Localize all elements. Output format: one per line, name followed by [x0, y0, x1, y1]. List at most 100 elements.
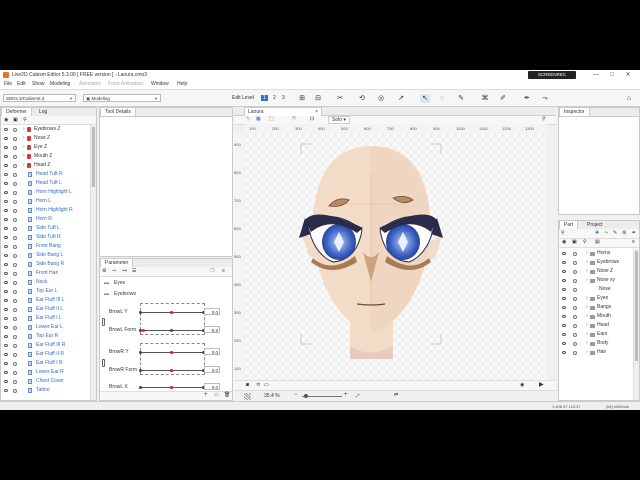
part-search-icon[interactable]: ⚲ — [561, 230, 565, 236]
keyform-dot[interactable] — [138, 369, 142, 372]
lock-toggle-icon[interactable] — [573, 297, 577, 301]
menu-window[interactable]: Window — [151, 81, 169, 87]
part-row[interactable]: › Horns — [559, 249, 633, 258]
visibility-eye-icon[interactable] — [4, 281, 8, 284]
sort-header-icon[interactable]: ▤ — [595, 239, 600, 245]
visibility-eye-icon[interactable] — [562, 324, 566, 327]
deformer-row[interactable]: Horn L — [1, 197, 90, 206]
visibility-eye-icon[interactable] — [4, 362, 8, 365]
deformer-row[interactable]: Head Tuft R — [1, 170, 90, 179]
lock-toggle-icon[interactable] — [13, 218, 17, 222]
param-current-marker[interactable] — [170, 369, 173, 372]
deformer-row[interactable]: Head Tuft L — [1, 179, 90, 188]
visibility-eye-icon[interactable] — [4, 164, 8, 167]
param-row[interactable]: BrowR Y 0.0 — [100, 348, 232, 358]
edit-level-1[interactable]: 1 — [261, 95, 268, 101]
param-current-marker[interactable] — [170, 311, 173, 314]
param-slider[interactable] — [138, 386, 205, 389]
lock-toggle-icon[interactable] — [13, 137, 17, 141]
lock-toggle-icon[interactable] — [13, 308, 17, 312]
lock-toggle-icon[interactable] — [13, 272, 17, 276]
lock-toggle-icon[interactable] — [13, 290, 17, 294]
visibility-eye-icon[interactable] — [562, 297, 566, 300]
filter-header-icon[interactable]: ⚲ — [23, 117, 27, 123]
menu-edit[interactable]: Edit — [17, 81, 26, 87]
visibility-eye-icon[interactable] — [562, 315, 566, 318]
keyform-dot[interactable] — [138, 351, 142, 354]
lock-toggle-icon[interactable] — [573, 342, 577, 346]
part-row[interactable]: › Mouth — [559, 312, 633, 321]
lock-toggle-icon[interactable] — [13, 353, 17, 357]
mesh-tool-icon[interactable]: ⌘ — [480, 94, 490, 103]
lock-toggle-icon[interactable] — [13, 236, 17, 240]
param-list-icon[interactable]: ☰ — [132, 268, 136, 274]
part-row[interactable]: › Eyes — [559, 294, 633, 303]
deformer-row[interactable]: Ear Fluff II L — [1, 305, 90, 314]
part-settings-icon[interactable]: ⚙ — [622, 230, 626, 236]
visibility-eye-icon[interactable] — [4, 326, 8, 329]
param-value-field[interactable]: 0.0 — [204, 366, 220, 373]
deformer-row[interactable]: Ear Fluff II R — [1, 350, 90, 359]
param-link-icon[interactable] — [102, 359, 105, 367]
expand-arrow-icon[interactable]: › — [586, 303, 588, 312]
warp-tool-icon[interactable]: ⊟ — [313, 94, 323, 103]
deformer-row[interactable]: Ear Fluff III R — [1, 341, 90, 350]
lock-toggle-icon[interactable] — [13, 200, 17, 204]
deformer-row[interactable]: Top Ear L — [1, 287, 90, 296]
visibility-header-icon[interactable]: ◉ — [562, 239, 566, 245]
lock-toggle-icon[interactable] — [573, 351, 577, 355]
param-row[interactable]: BrowL Form -0.9 — [100, 326, 232, 336]
brush-icon[interactable]: ✎ — [246, 116, 250, 122]
visibility-eye-icon[interactable] — [4, 155, 8, 158]
part-row[interactable]: › Bangs — [559, 303, 633, 312]
visibility-eye-icon[interactable] — [4, 272, 8, 275]
keyform-dot[interactable] — [138, 311, 142, 314]
deformer-row[interactable]: Lower Ear R — [1, 368, 90, 377]
lock-toggle-icon[interactable] — [573, 252, 577, 256]
grid-icon[interactable]: ▦ — [256, 116, 261, 122]
deformer-row[interactable]: › Head Z — [1, 161, 90, 170]
paint-tool-icon[interactable]: ✐ — [498, 94, 508, 103]
solo-toggle[interactable]: Solo ▾ — [328, 116, 350, 124]
lock-toggle-icon[interactable] — [13, 263, 17, 267]
mesh-view-icon[interactable]: ⊡ — [310, 116, 314, 122]
part-row[interactable]: › Nose Z — [559, 267, 633, 276]
part-edit-icon[interactable]: ✎ — [613, 230, 617, 236]
keyform-dot[interactable] — [170, 329, 173, 332]
visibility-eye-icon[interactable] — [4, 299, 8, 302]
param-slider[interactable] — [138, 311, 205, 314]
visibility-eye-icon[interactable] — [4, 146, 8, 149]
visibility-eye-icon[interactable] — [562, 279, 566, 282]
deformer-row[interactable]: Neck — [1, 278, 90, 287]
fit-screen-icon[interactable]: ⤢ — [356, 393, 360, 398]
param-slider[interactable] — [138, 369, 205, 372]
part-row[interactable]: › Ears — [559, 330, 633, 339]
part-pen-icon[interactable]: ✒ — [632, 230, 636, 236]
rotation-tool-icon[interactable]: ⟲ — [357, 94, 367, 103]
mode-select[interactable]: ▣ Modeling ▼ — [83, 94, 161, 102]
part-row[interactable]: › Nose xy — [559, 276, 633, 285]
fit-icon[interactable]: ⤧ — [292, 116, 296, 122]
deformer-row[interactable]: Side Bang R — [1, 260, 90, 269]
lock-toggle-icon[interactable] — [13, 173, 17, 177]
visibility-eye-icon[interactable] — [4, 128, 8, 131]
edit-level-2[interactable]: 2 — [273, 95, 276, 101]
visibility-eye-icon[interactable] — [562, 306, 566, 309]
tab-project[interactable]: Project — [583, 221, 607, 229]
menu-animation[interactable]: Animation — [79, 81, 101, 87]
lock-toggle-icon[interactable] — [13, 362, 17, 366]
part-row[interactable]: › Eyebrows — [559, 258, 633, 267]
menu-modeling[interactable]: Modeling — [50, 81, 70, 87]
lock-toggle-icon[interactable] — [13, 380, 17, 384]
part-menu-icon[interactable]: ≡ — [632, 239, 635, 245]
visibility-eye-icon[interactable] — [4, 371, 8, 374]
deformer-tool-icon[interactable]: ⊞ — [297, 94, 307, 103]
expand-arrow-icon[interactable]: › — [23, 161, 25, 170]
lock-toggle-icon[interactable] — [13, 344, 17, 348]
zoom-search-icon[interactable]: ⚲ — [542, 116, 546, 122]
lock-toggle-icon[interactable] — [13, 254, 17, 258]
expand-arrow-icon[interactable]: › — [23, 134, 25, 143]
filter-header-icon[interactable]: ⚲ — [583, 239, 587, 245]
lock-toggle-icon[interactable] — [13, 209, 17, 213]
visibility-eye-icon[interactable] — [562, 288, 566, 291]
